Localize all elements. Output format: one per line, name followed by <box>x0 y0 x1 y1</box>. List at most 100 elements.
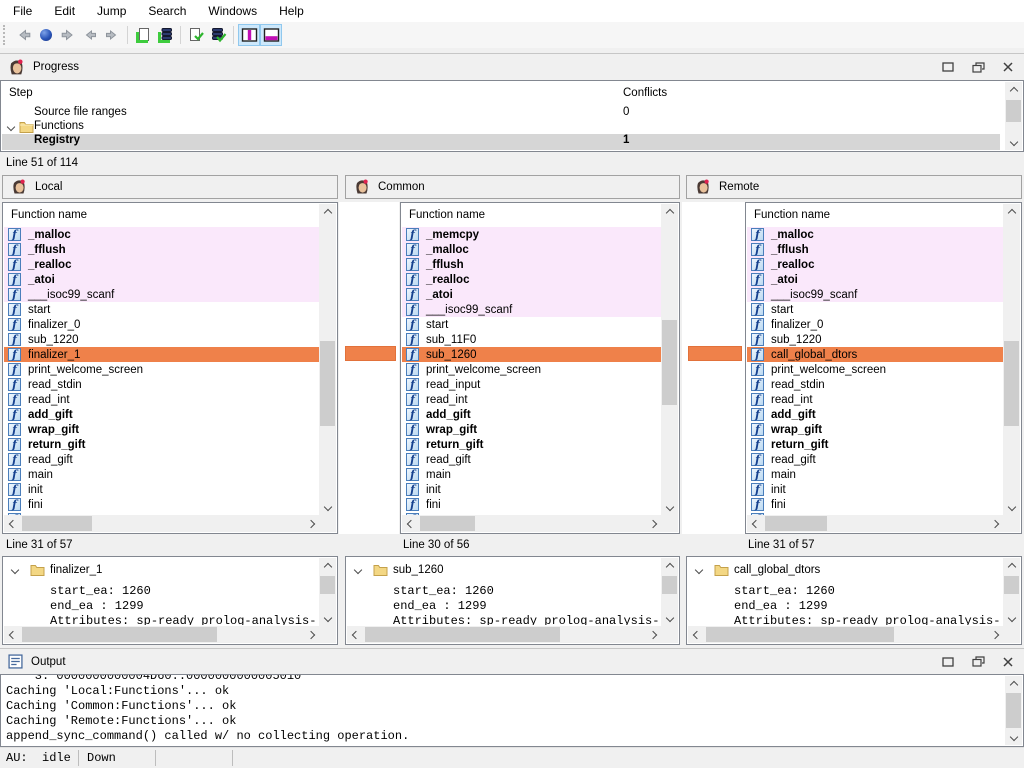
expander-chevron-icon[interactable] <box>695 566 703 574</box>
scroll-right-icon[interactable] <box>986 515 1003 532</box>
function-row[interactable]: fwrap_gift <box>747 422 1003 437</box>
progress-row-source-file-ranges[interactable]: Source file ranges 0 <box>2 106 1000 120</box>
function-row[interactable]: fmain <box>4 467 319 482</box>
column-conflicts[interactable]: Conflicts <box>623 87 667 99</box>
nav-current-button[interactable] <box>35 24 57 46</box>
function-row[interactable]: f_fflush <box>402 257 661 272</box>
function-row[interactable]: fprint_welcome_screen <box>4 362 319 377</box>
function-row[interactable]: fadd_gift <box>4 407 319 422</box>
function-row[interactable]: fread_gift <box>402 452 661 467</box>
progress-row-registry[interactable]: Registry 1 <box>2 134 1000 150</box>
scroll-down-icon[interactable] <box>319 498 336 515</box>
function-row[interactable]: fprint_welcome_screen <box>747 362 1003 377</box>
function-row[interactable]: fsub_1220 <box>747 332 1003 347</box>
menu-edit[interactable]: Edit <box>43 1 86 21</box>
next-item-button[interactable] <box>101 24 123 46</box>
function-row[interactable]: ffini <box>747 497 1003 512</box>
function-row[interactable]: fprint_welcome_screen <box>402 362 661 377</box>
expander-chevron-icon[interactable] <box>11 566 19 574</box>
local-vertical-scrollbar[interactable] <box>319 204 336 515</box>
prev-item-button[interactable] <box>79 24 101 46</box>
menu-windows[interactable]: Windows <box>197 1 268 21</box>
nav-forward-button[interactable] <box>57 24 79 46</box>
function-row[interactable]: fread_int <box>4 392 319 407</box>
scroll-left-icon[interactable] <box>747 515 764 532</box>
scroll-left-icon[interactable] <box>4 626 21 643</box>
function-row[interactable]: f_atoi <box>747 272 1003 287</box>
scrollbar-thumb[interactable] <box>22 516 92 531</box>
function-row[interactable]: f_atoi <box>402 287 661 302</box>
scroll-right-icon[interactable] <box>986 626 1003 643</box>
remote-vertical-scrollbar[interactable] <box>1003 204 1020 515</box>
function-row[interactable]: f_fflush <box>4 242 319 257</box>
scroll-down-icon[interactable] <box>1003 609 1020 626</box>
remote-detail-header[interactable]: call_global_dtors <box>687 563 1001 579</box>
function-row[interactable]: fread_gift <box>747 452 1003 467</box>
scroll-up-icon[interactable] <box>1005 82 1022 99</box>
scrollbar-thumb[interactable] <box>1004 341 1019 426</box>
open-database-button[interactable] <box>132 24 154 46</box>
scroll-up-icon[interactable] <box>1005 676 1022 693</box>
menu-file[interactable]: File <box>2 1 43 21</box>
function-row[interactable]: fsub_1260 <box>402 347 661 362</box>
detail-horizontal-scrollbar[interactable] <box>688 626 1003 643</box>
menu-help[interactable]: Help <box>268 1 315 21</box>
close-button[interactable] <box>1000 60 1016 74</box>
function-row[interactable]: fread_stdin <box>4 377 319 392</box>
database-list-button[interactable] <box>154 24 176 46</box>
function-row[interactable]: fread_input <box>402 377 661 392</box>
column-step[interactable]: Step <box>9 87 33 99</box>
function-row[interactable]: f_malloc <box>4 227 319 242</box>
function-row[interactable]: fwrap_gift <box>402 422 661 437</box>
output-console[interactable]: 3: 0000000000004D60..0000000000005010Cac… <box>0 674 1024 747</box>
detail-vertical-scrollbar[interactable] <box>1003 558 1020 626</box>
function-row[interactable]: fadd_gift <box>747 407 1003 422</box>
menu-jump[interactable]: Jump <box>86 1 137 21</box>
column-function-name[interactable]: Function name <box>11 209 87 221</box>
maximize-button[interactable] <box>940 60 956 74</box>
detail-vertical-scrollbar[interactable] <box>319 558 336 626</box>
scroll-up-icon[interactable] <box>661 204 678 221</box>
scroll-up-icon[interactable] <box>1003 558 1020 575</box>
scrollbar-thumb[interactable] <box>365 627 560 642</box>
function-row[interactable]: f_memcpy <box>402 227 661 242</box>
scroll-left-icon[interactable] <box>402 515 419 532</box>
scrollbar-thumb[interactable] <box>662 320 677 405</box>
column-function-name[interactable]: Function name <box>754 209 830 221</box>
local-horizontal-scrollbar[interactable] <box>4 515 319 532</box>
vertical-layout-button[interactable] <box>238 24 260 46</box>
function-row[interactable]: fwrap_gift <box>4 422 319 437</box>
scroll-right-icon[interactable] <box>302 626 319 643</box>
function-row[interactable]: fsub_11F0 <box>402 332 661 347</box>
scroll-right-icon[interactable] <box>644 515 661 532</box>
function-row[interactable]: ffinalizer_0 <box>4 317 319 332</box>
function-row[interactable]: fmain <box>747 467 1003 482</box>
function-row[interactable]: ffinalizer_0 <box>747 317 1003 332</box>
scrollbar-thumb[interactable] <box>320 576 335 594</box>
function-row[interactable]: fread_stdin <box>747 377 1003 392</box>
common-detail-header[interactable]: sub_1260 <box>346 563 659 579</box>
function-row[interactable]: finit <box>402 482 661 497</box>
function-row[interactable]: f___isoc99_scanf <box>747 287 1003 302</box>
detail-vertical-scrollbar[interactable] <box>661 558 678 626</box>
scroll-left-icon[interactable] <box>4 515 21 532</box>
menu-search[interactable]: Search <box>137 1 197 21</box>
function-row[interactable]: f_realloc <box>4 257 319 272</box>
toolbar-drag-handle[interactable] <box>3 25 9 45</box>
function-row[interactable]: ffini <box>4 497 319 512</box>
scroll-down-icon[interactable] <box>661 498 678 515</box>
output-vertical-scrollbar[interactable] <box>1005 676 1022 745</box>
function-row[interactable]: f_atoi <box>4 272 319 287</box>
function-row[interactable]: fsub_1220 <box>4 332 319 347</box>
scroll-up-icon[interactable] <box>661 558 678 575</box>
function-row[interactable]: freturn_gift <box>4 437 319 452</box>
scrollbar-thumb[interactable] <box>765 516 827 531</box>
scrollbar-thumb[interactable] <box>1006 100 1021 122</box>
column-function-name[interactable]: Function name <box>409 209 485 221</box>
scrollbar-thumb[interactable] <box>706 627 894 642</box>
function-row[interactable]: finit <box>747 482 1003 497</box>
scrollbar-thumb[interactable] <box>420 516 475 531</box>
function-row[interactable]: freturn_gift <box>402 437 661 452</box>
common-horizontal-scrollbar[interactable] <box>402 515 661 532</box>
validate-all-button[interactable] <box>207 24 229 46</box>
